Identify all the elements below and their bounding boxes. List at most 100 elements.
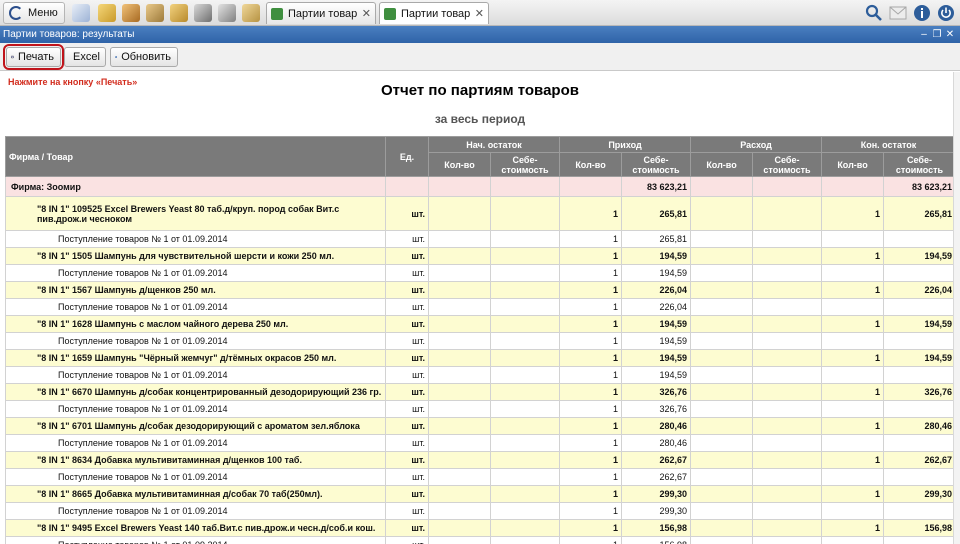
- unit-cell: шт.: [385, 383, 429, 401]
- end-cost-cell: 226,04: [883, 281, 957, 299]
- product-name: Поступление товаров № 1 от 01.09.2014: [5, 468, 386, 486]
- expense-cost-cell: [752, 485, 823, 503]
- product-row: "8 IN 1" 1628 Шампунь с маслом чайного д…: [5, 315, 957, 333]
- product-name: "8 IN 1" 6701 Шампунь д/собак дезодориру…: [5, 417, 386, 435]
- expense-cost-cell: [752, 196, 823, 231]
- product-row: "8 IN 1" 6701 Шампунь д/собак дезодориру…: [5, 417, 957, 435]
- product-name: Поступление товаров № 1 от 01.09.2014: [5, 536, 386, 544]
- close-icon[interactable]: ✕: [362, 7, 371, 20]
- income-qty-cell: 1: [559, 230, 623, 248]
- printer-icon[interactable]: [194, 4, 212, 22]
- refresh-button[interactable]: Обновить: [110, 47, 178, 67]
- end-qty-cell: 1: [821, 451, 885, 469]
- end-cost-cell: 194,59: [883, 349, 957, 367]
- excel-button[interactable]: Excel: [64, 47, 106, 67]
- col-qty: Кол-во: [821, 152, 885, 177]
- minimize-icon[interactable]: –: [918, 26, 930, 43]
- unit-cell: шт.: [385, 247, 429, 265]
- expense-qty-cell: [690, 230, 754, 248]
- expense-qty-cell: [690, 417, 754, 435]
- unit-cell: шт.: [385, 315, 429, 333]
- expense-cost-cell: [752, 468, 823, 486]
- unit-cell: шт.: [385, 417, 429, 435]
- income-qty-cell: 1: [559, 485, 623, 503]
- product-name: "8 IN 1" 1505 Шампунь для чувствительной…: [5, 247, 386, 265]
- expense-cost-cell: [752, 315, 823, 333]
- income-cost-cell: 226,04: [621, 281, 692, 299]
- start-cost-cell: [489, 519, 561, 537]
- end-cost-cell: [883, 264, 957, 282]
- receipt-row: Поступление товаров № 1 от 01.09.2014шт.…: [5, 502, 957, 520]
- menu-button[interactable]: Меню: [3, 2, 65, 24]
- mail-icon[interactable]: [888, 3, 908, 23]
- box-icon[interactable]: [242, 4, 260, 22]
- vertical-scrollbar[interactable]: [953, 72, 960, 544]
- start-cost-cell: [489, 366, 561, 384]
- expense-cost-cell: [752, 400, 823, 418]
- product-name: Поступление товаров № 1 от 01.09.2014: [5, 502, 386, 520]
- start-qty-cell: [428, 468, 491, 486]
- folder-icon[interactable]: [98, 4, 116, 22]
- product-name: "8 IN 1" 109525 Excel Brewers Yeast 80 т…: [5, 196, 386, 231]
- package-icon[interactable]: [146, 4, 164, 22]
- end-qty-cell: [821, 434, 885, 452]
- end-cost-cell: 194,59: [883, 315, 957, 333]
- report-title: Отчет по партиям товаров: [381, 82, 579, 99]
- product-name: Поступление товаров № 1 от 01.09.2014: [5, 434, 386, 452]
- col-cost: Себе- стоимость: [883, 152, 957, 177]
- expense-qty-cell: [690, 519, 754, 537]
- income-cost-cell: 326,76: [621, 383, 692, 401]
- start-cost-cell: [489, 383, 561, 401]
- expense-cost-cell: [752, 230, 823, 248]
- search-icon[interactable]: [864, 3, 884, 23]
- end-cost-cell: 194,59: [883, 247, 957, 265]
- product-name: "8 IN 1" 9495 Excel Brewers Yeast 140 та…: [5, 519, 386, 537]
- tab-batches-2[interactable]: Партии товаров: ... ✕: [379, 2, 489, 24]
- col-income: Приход: [559, 136, 692, 153]
- unit-cell: шт.: [385, 298, 429, 316]
- close-icon[interactable]: ✕: [475, 7, 484, 20]
- expense-qty-cell: [690, 264, 754, 282]
- end-cost-cell: [883, 332, 957, 350]
- end-qty-cell: 1: [821, 196, 885, 231]
- cash-register-icon[interactable]: [218, 4, 236, 22]
- col-firm-product: Фирма / Товар: [5, 136, 386, 177]
- income-qty-cell: 1: [559, 502, 623, 520]
- power-icon[interactable]: [936, 3, 956, 23]
- firm-name: Фирма: Зоомир: [5, 176, 386, 197]
- tab-batches-1[interactable]: Партии товаров: ... ✕: [266, 2, 376, 24]
- expense-cost-cell: [752, 519, 823, 537]
- expense-cost-cell: [752, 264, 823, 282]
- info-icon[interactable]: [912, 3, 932, 23]
- product-name: "8 IN 1" 8665 Добавка мультивитаминная д…: [5, 485, 386, 503]
- unit-cell: шт.: [385, 230, 429, 248]
- expense-qty-cell: [690, 536, 754, 544]
- expense-qty-cell: [690, 315, 754, 333]
- start-cost-cell: [489, 298, 561, 316]
- col-cost: Себе- стоимость: [489, 152, 561, 177]
- income-qty-cell: 1: [559, 400, 623, 418]
- start-cost-cell: [489, 417, 561, 435]
- end-cost-cell: [883, 536, 957, 544]
- excel-label: Excel: [73, 51, 100, 63]
- documents-icon[interactable]: [72, 4, 90, 22]
- start-cost-cell: [489, 315, 561, 333]
- unit-cell: шт.: [385, 264, 429, 282]
- expense-cost-cell: [752, 417, 823, 435]
- start-qty-cell: [428, 298, 491, 316]
- income-cost-cell: 262,67: [621, 451, 692, 469]
- close-window-icon[interactable]: ✕: [944, 26, 956, 43]
- unit-cell: шт.: [385, 400, 429, 418]
- bag-icon[interactable]: [170, 4, 188, 22]
- print-button[interactable]: Печать: [3, 44, 64, 70]
- end-qty-cell: 1: [821, 349, 885, 367]
- tab-label: Партии товаров: ...: [401, 7, 470, 20]
- report-area: Нажмите на кнопку «Печать» Отчет по парт…: [0, 72, 960, 544]
- restore-icon[interactable]: ❐: [931, 26, 943, 43]
- end-cost-cell: [883, 434, 957, 452]
- income-qty-cell: 1: [559, 332, 623, 350]
- people-icon[interactable]: [122, 4, 140, 22]
- end-cost-cell: 262,67: [883, 451, 957, 469]
- start-cost-cell: [489, 264, 561, 282]
- end-qty-cell: [821, 298, 885, 316]
